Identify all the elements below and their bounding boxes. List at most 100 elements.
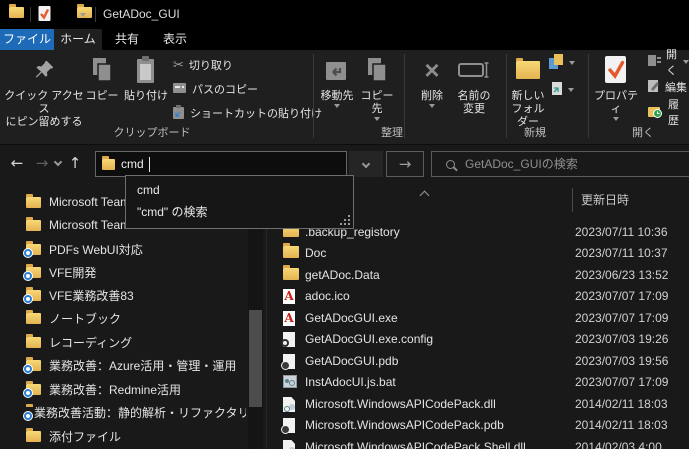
tab-share[interactable]: 共有 bbox=[104, 29, 150, 50]
address-bar[interactable] bbox=[95, 151, 347, 177]
file-date: 2014/02/11 18:03 bbox=[575, 397, 668, 411]
autocomplete-item[interactable]: cmd bbox=[126, 179, 353, 201]
delete-dropdown-caret bbox=[429, 104, 435, 108]
edit-icon bbox=[648, 79, 660, 95]
sidebar-item[interactable]: 添付ファイル bbox=[0, 425, 246, 447]
copy-to-button[interactable]: コピー先 bbox=[356, 52, 398, 121]
quick-access-toolbar-dropdown[interactable] bbox=[80, 13, 86, 17]
scissors-icon: ✂ bbox=[173, 58, 184, 73]
column-separator[interactable] bbox=[572, 188, 573, 212]
new-item-dropdown-caret bbox=[569, 61, 575, 65]
paste-button[interactable]: 貼り付け bbox=[124, 52, 168, 103]
up-button[interactable]: ↑ bbox=[63, 150, 87, 176]
folder-icon bbox=[26, 337, 41, 348]
pdb-file-icon bbox=[283, 418, 295, 433]
shortcut-folder-icon bbox=[26, 244, 41, 255]
sidebar-item[interactable]: レコーディング bbox=[0, 331, 246, 353]
history-button[interactable]: 履歴 bbox=[648, 104, 689, 120]
new-item-icon bbox=[549, 54, 564, 72]
new-item-button[interactable] bbox=[549, 55, 575, 71]
file-row[interactable]: AGetADocGUI.exe2023/07/07 17:09 bbox=[270, 308, 689, 329]
cut-button[interactable]: ✂ 切り取り bbox=[173, 57, 233, 73]
open-button[interactable]: 開く bbox=[648, 54, 689, 70]
address-dropdown-button[interactable] bbox=[349, 151, 383, 177]
recent-locations-chevron[interactable] bbox=[54, 158, 62, 166]
back-button[interactable]: ← bbox=[5, 150, 29, 176]
tab-view[interactable]: 表示 bbox=[152, 29, 198, 50]
adoc-letter: A bbox=[283, 289, 295, 304]
copy-path-icon bbox=[173, 82, 187, 97]
file-date: 2014/02/11 18:03 bbox=[575, 418, 668, 432]
rename-button[interactable]: 名前の 変更 bbox=[452, 52, 496, 116]
address-input[interactable] bbox=[121, 157, 301, 171]
copy-button[interactable]: コピー bbox=[84, 52, 120, 103]
adoc-file-icon: A bbox=[283, 311, 295, 326]
file-name: Microsoft.WindowsAPICodePack.pdb bbox=[305, 418, 504, 432]
pin-label-line2: にピン留めする bbox=[2, 116, 86, 129]
group-open: 開く bbox=[583, 124, 689, 140]
group-organize: 整理 bbox=[332, 124, 452, 140]
sidebar-item[interactable]: ノートブック bbox=[0, 307, 246, 329]
search-input[interactable] bbox=[465, 157, 665, 171]
new-folder-label-line1: 新しい bbox=[508, 90, 548, 103]
sidebar-item-label: 業務改善：Redmine活用 bbox=[49, 381, 181, 398]
easy-access-button[interactable] bbox=[551, 82, 574, 98]
move-to-button[interactable]: 移動先 bbox=[318, 52, 356, 108]
quick-access-properties-button[interactable] bbox=[38, 5, 51, 25]
file-date: 2023/07/11 10:37 bbox=[575, 246, 668, 260]
paste-label: 貼り付け bbox=[124, 90, 168, 102]
sidebar-item-label: PDFs WebUI対応 bbox=[49, 241, 143, 258]
easy-access-dropdown-caret bbox=[568, 88, 574, 92]
file-row[interactable]: GetADocGUI.exe.config2023/07/03 19:26 bbox=[270, 329, 689, 350]
autocomplete-item[interactable]: "cmd" の検索 bbox=[126, 201, 353, 223]
edit-button[interactable]: 編集 bbox=[648, 79, 687, 95]
file-row[interactable]: GetADocGUI.pdb2023/07/03 19:56 bbox=[270, 351, 689, 372]
ribbon-home: クイック アクセス にピン留めする コピー 貼り付け ✂ 切り取り パスのコピー bbox=[0, 50, 689, 145]
sidebar-item[interactable]: 業務改善：Redmine活用 bbox=[0, 378, 246, 400]
sidebar-item-label: 業務改善：Azure活用・管理・運用 bbox=[49, 357, 236, 374]
properties-button[interactable]: プロパティ bbox=[594, 52, 638, 121]
file-row[interactable]: getADoc.Data2023/06/23 13:52 bbox=[270, 265, 689, 286]
tab-file[interactable]: ファイル bbox=[0, 29, 54, 50]
sidebar-item[interactable]: 業務改善：Azure活用・管理・運用 bbox=[0, 354, 246, 376]
folder-icon bbox=[26, 197, 41, 208]
paste-shortcut-button[interactable]: ショートカットの貼り付け bbox=[173, 105, 322, 121]
file-row[interactable]: Microsoft.WindowsAPICodePack.dll2014/02/… bbox=[270, 394, 689, 415]
sidebar-item[interactable]: VFE業務改善83 bbox=[0, 284, 246, 306]
search-icon bbox=[446, 160, 455, 169]
move-to-label: 移動先 bbox=[321, 90, 354, 102]
go-to-button[interactable]: → bbox=[386, 151, 424, 177]
pdb-file-icon bbox=[283, 354, 295, 369]
file-row[interactable]: Microsoft.WindowsAPICodePack.pdb 2014/02/… bbox=[270, 415, 689, 436]
search-box[interactable] bbox=[431, 151, 689, 177]
file-row[interactable]: Doc2023/07/11 10:37 bbox=[270, 243, 689, 264]
edit-label: 編集 bbox=[665, 79, 687, 95]
pin-label-line1: クイック アクセス bbox=[2, 90, 86, 116]
file-row[interactable]: InstAdocUI.js.bat2023/07/07 17:09 bbox=[270, 372, 689, 393]
file-row[interactable]: Microsoft.WindowsAPICodePack.Shell.dll20… bbox=[270, 437, 689, 449]
sidebar-item-label: レコーディング bbox=[49, 334, 132, 351]
pin-to-quick-access-button[interactable]: クイック アクセス にピン留めする bbox=[2, 52, 86, 129]
delete-button[interactable]: × 削除 bbox=[412, 52, 452, 108]
adoc-letter: A bbox=[283, 311, 295, 326]
copy-to-dropdown-caret bbox=[374, 117, 380, 121]
sidebar-item[interactable]: PDFs WebUI対応 bbox=[0, 238, 246, 260]
column-date-modified[interactable]: 更新日時 bbox=[581, 191, 629, 208]
forward-button[interactable]: → bbox=[30, 150, 54, 176]
shortcut-folder-icon bbox=[26, 360, 41, 371]
sidebar-item[interactable]: 業務改善活動：静的解析・リファクタリング bbox=[0, 401, 246, 423]
sidebar-item-label: Microsoft Team bbox=[49, 218, 130, 232]
easy-access-icon bbox=[551, 82, 563, 99]
tab-home[interactable]: ホーム bbox=[54, 29, 102, 50]
file-name: adoc.ico bbox=[305, 289, 350, 303]
copy-label: コピー bbox=[86, 90, 119, 102]
copy-path-button[interactable]: パスのコピー bbox=[173, 81, 258, 97]
resize-grip[interactable] bbox=[340, 215, 350, 225]
file-row[interactable]: Aadoc.ico2023/07/07 17:09 bbox=[270, 286, 689, 307]
explorer-window: GetADoc_GUI ファイル ホーム 共有 表示 クイック アクセス にピン… bbox=[0, 0, 689, 449]
rename-icon bbox=[452, 52, 496, 88]
sidebar-item[interactable]: VFE開発 bbox=[0, 261, 246, 283]
folder-icon bbox=[26, 431, 41, 442]
scrollbar-thumb[interactable] bbox=[249, 310, 262, 407]
new-folder-button[interactable]: 新しい フォルダー bbox=[508, 52, 548, 129]
